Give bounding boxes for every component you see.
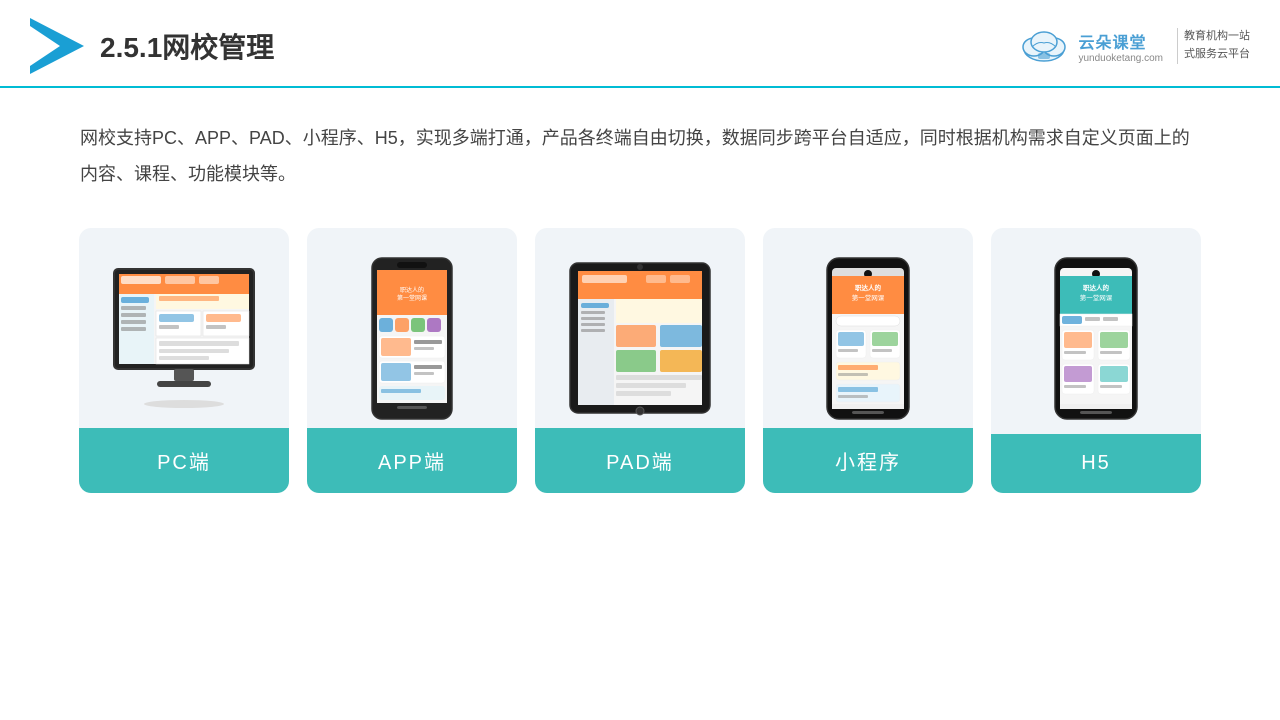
logo-icon — [30, 18, 84, 74]
title-text: 网校管理 — [162, 32, 274, 63]
card-miniapp: 职达人的 第一堂网课 — [763, 228, 973, 493]
card-h5-label: H5 — [991, 434, 1201, 493]
svg-text:职达人的: 职达人的 — [1083, 283, 1110, 292]
svg-text:职达人的: 职达人的 — [400, 286, 424, 294]
card-miniapp-label: 小程序 — [763, 428, 973, 493]
description-text: 网校支持PC、APP、PAD、小程序、H5，实现多端打通，产品各终端自由切换，数… — [0, 88, 1280, 192]
svg-text:第一堂网课: 第一堂网课 — [1080, 293, 1113, 302]
card-pad: PAD端 — [535, 228, 745, 493]
platform-cards: PC端 职达人的 第一堂网课 — [0, 192, 1280, 493]
brand-text: 云朵课堂 yunduoketang.com — [1078, 29, 1163, 64]
page-title: 2.5.1网校管理 — [100, 26, 274, 66]
card-pad-label: PAD端 — [535, 428, 745, 493]
brand-slogan: 教育机构一站式服务云平台 — [1177, 28, 1250, 63]
card-app-label: APP端 — [307, 428, 517, 493]
card-app: 职达人的 第一堂网课 APP — [307, 228, 517, 493]
brand-logo: 云朵课堂 yunduoketang.com 教育机构一站式服务云平台 — [1018, 25, 1250, 68]
title-number: 2.5.1 — [100, 32, 162, 63]
brand-url: yunduoketang.com — [1078, 53, 1163, 64]
card-app-image: 职达人的 第一堂网课 — [307, 248, 517, 428]
header-left: 2.5.1网校管理 — [30, 18, 274, 74]
cloud-icon — [1018, 25, 1070, 68]
card-pad-image — [535, 248, 745, 428]
svg-text:第一堂网课: 第一堂网课 — [852, 293, 885, 302]
page-header: 2.5.1网校管理 云朵课堂 yunduoketang.com 教育机构一站式服… — [0, 0, 1280, 88]
card-h5: 职达人的 第一堂网课 — [991, 228, 1201, 493]
card-h5-image: 职达人的 第一堂网课 — [991, 248, 1201, 428]
card-pc-label: PC端 — [79, 428, 289, 493]
brand-name: 云朵课堂 — [1078, 29, 1146, 53]
card-pc-image — [79, 248, 289, 428]
card-pc: PC端 — [79, 228, 289, 493]
card-miniapp-image: 职达人的 第一堂网课 — [763, 248, 973, 428]
svg-text:职达人的: 职达人的 — [855, 283, 882, 292]
svg-text:第一堂网课: 第一堂网课 — [397, 294, 427, 302]
